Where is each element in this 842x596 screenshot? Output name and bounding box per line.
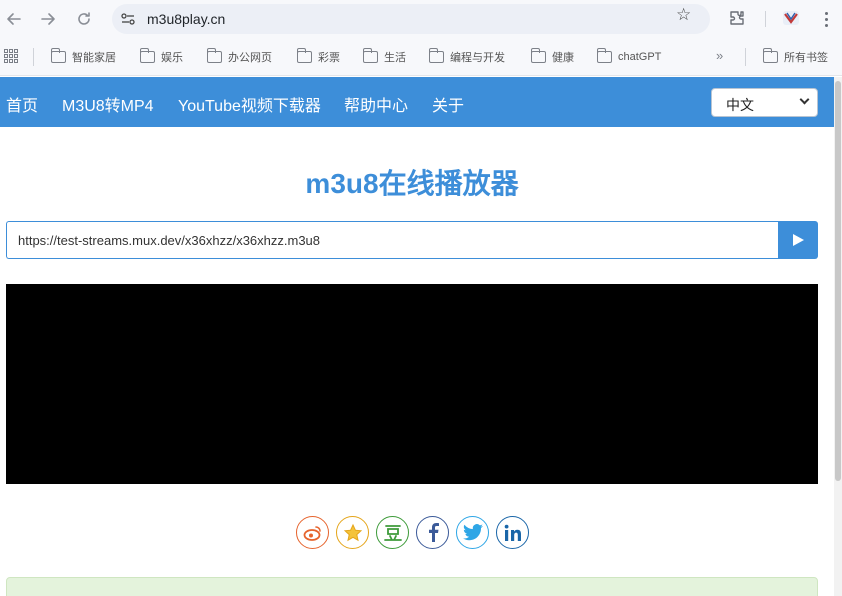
bookmark-folder-lottery[interactable]: 彩票 xyxy=(296,48,340,66)
bookmark-label: 编程与开发 xyxy=(450,52,505,64)
bookmark-folder-chatgpt[interactable]: chatGPT xyxy=(596,48,662,66)
play-button[interactable] xyxy=(778,221,818,259)
folder-icon xyxy=(139,48,155,63)
bookmark-label: 娱乐 xyxy=(161,52,183,64)
bookmark-label: 所有书签 xyxy=(784,52,828,64)
bookmark-folder-smart-home[interactable]: 智能家居 xyxy=(50,48,116,66)
qzone-share-icon[interactable] xyxy=(336,516,369,549)
site-header: 首页 M3U8转MP4 YouTube视频下载器 帮助中心 关于 中文 xyxy=(0,77,834,127)
bookmark-label: 彩票 xyxy=(318,52,340,64)
nav-about[interactable]: 关于 xyxy=(432,92,464,116)
profile-icon[interactable] xyxy=(782,9,800,27)
weibo-share-icon[interactable] xyxy=(296,516,329,549)
bookmarks-divider xyxy=(745,48,746,66)
bookmarks-divider xyxy=(33,48,34,66)
folder-icon xyxy=(530,48,546,63)
bookmark-folder-programming[interactable]: 编程与开发 xyxy=(428,48,505,66)
nav-youtube-downloader[interactable]: YouTube视频下载器 xyxy=(178,92,321,116)
all-bookmarks-folder[interactable]: 所有书签 xyxy=(762,48,828,66)
bookmarks-overflow-chevron-icon[interactable]: » xyxy=(716,48,723,63)
nav-m3u8-to-mp4[interactable]: M3U8转MP4 xyxy=(62,92,154,116)
bookmark-folder-life[interactable]: 生活 xyxy=(362,48,406,66)
folder-icon xyxy=(206,48,222,63)
folder-icon xyxy=(428,48,444,63)
facebook-share-icon[interactable] xyxy=(416,516,449,549)
forward-icon[interactable] xyxy=(37,8,59,30)
bookmark-star-icon[interactable]: ☆ xyxy=(676,6,691,24)
toolbar-divider xyxy=(765,11,766,27)
folder-icon xyxy=(296,48,312,63)
bookmark-label: 健康 xyxy=(552,52,574,64)
page-scrollbar[interactable] xyxy=(834,77,842,596)
reload-icon[interactable] xyxy=(73,8,95,30)
video-player[interactable] xyxy=(6,284,818,484)
menu-icon[interactable] xyxy=(818,8,834,30)
folder-icon xyxy=(50,48,66,63)
apps-icon[interactable] xyxy=(4,49,18,63)
bookmark-label: chatGPT xyxy=(618,51,662,63)
language-select[interactable]: 中文 xyxy=(711,88,818,117)
page-title: m3u8在线播放器 xyxy=(305,168,519,199)
douban-share-icon[interactable] xyxy=(376,516,409,549)
bookmark-label: 智能家居 xyxy=(72,52,116,64)
m3u8-url-input[interactable] xyxy=(6,221,778,259)
scrollbar-thumb[interactable] xyxy=(835,81,841,481)
folder-icon xyxy=(362,48,378,63)
language-selected: 中文 xyxy=(726,97,754,113)
bookmark-folder-health[interactable]: 健康 xyxy=(530,48,574,66)
play-icon xyxy=(793,234,804,246)
nav-home[interactable]: 首页 xyxy=(6,92,38,116)
twitter-share-icon[interactable] xyxy=(456,516,489,549)
bookmark-label: 办公网页 xyxy=(228,52,272,64)
nav-help-center[interactable]: 帮助中心 xyxy=(344,92,408,116)
extensions-icon[interactable] xyxy=(728,9,746,27)
info-notice-box xyxy=(6,577,818,596)
bookmark-folder-entertainment[interactable]: 娱乐 xyxy=(139,48,183,66)
bookmark-label: 生活 xyxy=(384,52,406,64)
browser-toolbar: m3u8play.cn ☆ xyxy=(0,0,842,38)
folder-icon xyxy=(762,48,778,63)
linkedin-share-icon[interactable] xyxy=(496,516,529,549)
folder-icon xyxy=(596,48,612,63)
bookmark-folder-office[interactable]: 办公网页 xyxy=(206,48,272,66)
back-icon[interactable] xyxy=(3,8,25,30)
bookmarks-bar: 智能家居 娱乐 办公网页 彩票 生活 编程与开发 健康 chatGPT » 所有… xyxy=(0,38,842,76)
site-info-icon[interactable] xyxy=(120,12,136,26)
chevron-down-icon xyxy=(799,94,810,105)
address-url[interactable]: m3u8play.cn xyxy=(147,11,225,27)
address-bar[interactable]: m3u8play.cn xyxy=(112,4,710,34)
